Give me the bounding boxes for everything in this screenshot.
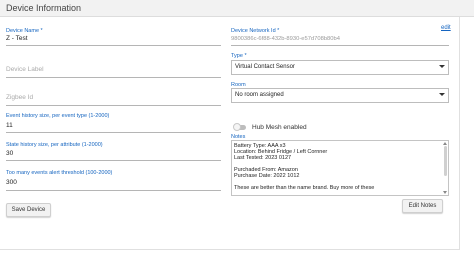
network-id-value: 9800386c-6f88-432b-8930-e57d708b80b4 bbox=[231, 36, 340, 42]
events-alert-label: Too many events alert threshold (100-200… bbox=[6, 170, 113, 176]
type-select[interactable]: Virtual Contact Sensor bbox=[231, 60, 449, 75]
type-select-value: Virtual Contact Sensor bbox=[235, 64, 295, 70]
scroll-up-icon[interactable] bbox=[443, 142, 447, 145]
device-name-field[interactable]: Device Name * Z - Test bbox=[6, 28, 221, 46]
state-history-value: 30 bbox=[6, 150, 14, 157]
hub-mesh-toggle[interactable] bbox=[233, 123, 246, 131]
save-device-button[interactable]: Save Device bbox=[6, 203, 51, 217]
type-label: Type * bbox=[231, 53, 247, 59]
device-label-field[interactable]: Device Label bbox=[6, 64, 221, 78]
edit-notes-button[interactable]: Edit Notes bbox=[402, 199, 443, 213]
device-name-underline bbox=[6, 45, 221, 46]
notes-textarea[interactable]: Battery Type: AAA x3 Location: Behind Fr… bbox=[231, 140, 449, 196]
hub-mesh-toggle-knob bbox=[233, 123, 241, 131]
state-history-label: State history size, per attribute (1-200… bbox=[6, 142, 103, 148]
section-header: Device Information bbox=[0, 0, 474, 17]
notes-line: These are better than the name brand. Bu… bbox=[234, 185, 375, 191]
chevron-down-icon bbox=[439, 93, 445, 96]
section-title: Device Information bbox=[6, 3, 82, 13]
network-id-label: Device Network Id * bbox=[231, 28, 280, 34]
events-alert-value: 300 bbox=[6, 179, 17, 186]
device-name-label: Device Name * bbox=[6, 28, 43, 34]
notes-line: Purchase Date: 2022 1012 bbox=[234, 173, 300, 179]
room-select[interactable]: No room assigned bbox=[231, 88, 449, 103]
scroll-down-icon[interactable] bbox=[443, 191, 447, 194]
zigbee-id-placeholder: Zigbee Id bbox=[6, 94, 34, 101]
device-label-placeholder: Device Label bbox=[6, 66, 44, 73]
event-history-field[interactable]: Event history size, per event type (1-20… bbox=[6, 113, 221, 133]
event-history-label: Event history size, per event type (1-20… bbox=[6, 113, 110, 119]
device-label-underline bbox=[6, 77, 221, 78]
event-history-value: 11 bbox=[6, 122, 13, 129]
chevron-down-icon bbox=[439, 65, 445, 68]
room-field: Room No room assigned bbox=[231, 82, 449, 104]
notes-scrollbar[interactable] bbox=[444, 146, 447, 176]
type-field: Type * Virtual Contact Sensor bbox=[231, 53, 449, 77]
network-id-field[interactable]: Device Network Id * 9800386c-6f88-432b-8… bbox=[231, 28, 449, 46]
room-select-value: No room assigned bbox=[235, 92, 284, 98]
event-history-underline bbox=[6, 132, 221, 133]
zigbee-id-underline bbox=[6, 105, 221, 106]
zigbee-id-field[interactable]: Zigbee Id bbox=[6, 92, 221, 106]
panel-bottom-border bbox=[0, 249, 460, 250]
panel-right-border bbox=[459, 17, 460, 249]
device-name-value: Z - Test bbox=[6, 35, 28, 42]
state-history-underline bbox=[6, 160, 221, 161]
network-id-underline bbox=[231, 45, 449, 46]
notes-line: Last Tested: 2023 0127 bbox=[234, 155, 292, 161]
state-history-field[interactable]: State history size, per attribute (1-200… bbox=[6, 142, 221, 162]
hub-mesh-label: Hub Mesh enabled bbox=[252, 124, 307, 131]
events-alert-underline bbox=[6, 190, 221, 191]
events-alert-field[interactable]: Too many events alert threshold (100-200… bbox=[6, 170, 221, 191]
